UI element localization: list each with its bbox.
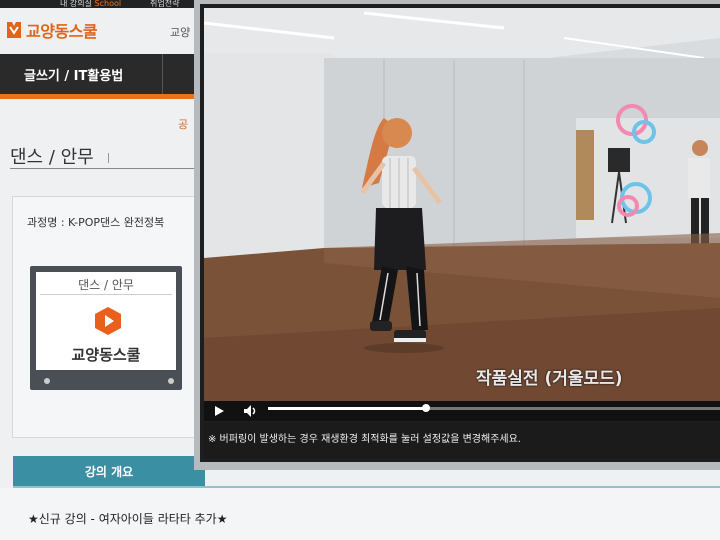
play-hexagon-icon (95, 307, 121, 335)
video-frame-image (204, 8, 720, 401)
title-divider (107, 153, 109, 163)
buffering-notice: ※ 버퍼링이 발생하는 경우 재생환경 최적화를 눌러 설정값을 변경해주세요. (204, 422, 720, 458)
tab-overview[interactable]: 강의 개요 (13, 456, 205, 486)
seek-bar[interactable] (268, 404, 720, 412)
thumbnail-divider (40, 294, 172, 295)
new-lecture-notice: ★신규 강의 - 여자아이들 라타타 추가★ (28, 512, 228, 526)
brand-name: 교양동스쿨 (26, 22, 98, 41)
orange-link-text[interactable]: 공 (178, 116, 188, 132)
video-screen[interactable] (204, 8, 720, 401)
page-title-text: 댄스 / 안무 (10, 147, 94, 168)
title-underline (10, 168, 195, 169)
play-icon[interactable] (213, 405, 225, 417)
tab-overview-label: 강의 개요 (84, 465, 134, 479)
thumbnail-controls (44, 378, 174, 384)
page-title: 댄스 / 안무 (10, 143, 109, 169)
course-name: 과정명 : K-POP댄스 완전정복 (27, 216, 165, 229)
thumbnail-brand: 교양동스쿨 (71, 346, 141, 364)
category-nav: 글쓰기 / IT활용법 (0, 54, 195, 99)
seek-progress (268, 407, 427, 410)
video-caption: 작품실전 (거울모드) (476, 369, 623, 389)
buffering-notice-text: ※ 버퍼링이 발생하는 경우 재생환경 최적화를 눌러 설정값을 변경해주세요. (208, 434, 521, 445)
volume-icon[interactable] (243, 404, 259, 418)
nav-divider (162, 54, 163, 94)
nav-partial-item[interactable]: 교양 (170, 24, 190, 40)
tab-underline (13, 486, 720, 488)
thumbnail-dot (168, 378, 174, 384)
topbar-right-text[interactable]: 취업전략 (150, 0, 179, 9)
thumbnail-category: 댄스 / 안무 (78, 278, 134, 292)
nav-item-writing-it[interactable]: 글쓰기 / IT활용법 (24, 65, 123, 84)
logo-icon (7, 22, 21, 38)
player-controls (204, 401, 720, 421)
site-logo[interactable]: 교양동스쿨 (6, 18, 98, 42)
topbar-left-text[interactable]: 내 강의실 School (60, 0, 121, 9)
thumbnail-dot (44, 378, 50, 384)
